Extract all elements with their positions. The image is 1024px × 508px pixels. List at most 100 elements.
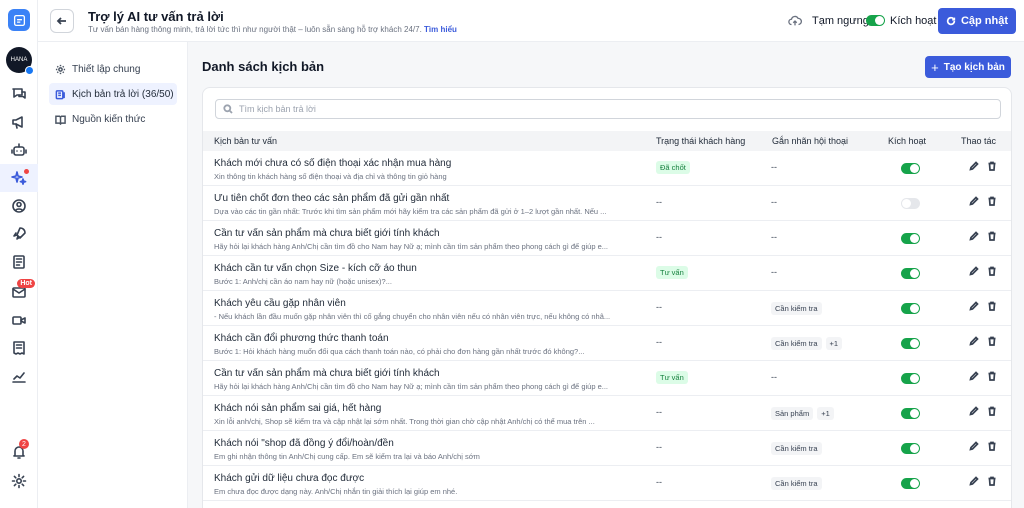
- script-cell[interactable]: Cần tư vấn sản phẩm mà chưa biết giới tí…: [214, 228, 644, 251]
- learn-more-link[interactable]: Tìm hiểu: [424, 25, 457, 34]
- bot-icon[interactable]: [0, 136, 38, 164]
- row-actions: [969, 196, 997, 206]
- conversation-tags-cell: Cần kiểm tra: [771, 477, 822, 490]
- update-button[interactable]: Cập nhật: [938, 8, 1016, 34]
- script-cell[interactable]: Khách nói sản phẩm sai giá, hết hàng Xin …: [214, 403, 644, 426]
- active-toggle[interactable]: [901, 198, 920, 212]
- column-header-tags: Gắn nhãn hội thoại: [772, 136, 849, 146]
- customer-status-cell: --: [656, 232, 662, 242]
- edit-pencil-icon[interactable]: [969, 231, 979, 241]
- search-input[interactable]: [239, 104, 939, 114]
- script-description: Hãy hỏi lại khách hàng Anh/Chị cần tìm đ…: [214, 382, 608, 391]
- edit-pencil-icon[interactable]: [969, 441, 979, 451]
- active-toggle[interactable]: [901, 233, 920, 247]
- script-cell[interactable]: Khách cần đổi phương thức thanh toán Bước…: [214, 333, 644, 356]
- avatar[interactable]: HANA: [6, 47, 34, 75]
- megaphone-icon[interactable]: [0, 108, 38, 136]
- status-empty: --: [656, 232, 662, 242]
- cloud-upload-icon[interactable]: [788, 14, 802, 28]
- edit-pencil-icon[interactable]: [969, 476, 979, 486]
- sparkle-icon[interactable]: [0, 164, 38, 192]
- edit-pencil-icon[interactable]: [969, 406, 979, 416]
- script-cell[interactable]: Khách gửi dữ liệu chưa đọc được Em chưa đ…: [214, 473, 644, 496]
- table-row[interactable]: Ưu tiên chốt đơn theo các sản phẩm đã gử…: [203, 186, 1011, 221]
- script-cell[interactable]: Khách nói "shop đã đồng ý đổi/hoàn/đền Em…: [214, 438, 644, 461]
- rocket-icon[interactable]: [0, 220, 38, 248]
- status-badge: Tư vấn: [656, 266, 688, 279]
- edit-pencil-icon[interactable]: [969, 161, 979, 171]
- edit-pencil-icon[interactable]: [969, 196, 979, 206]
- script-cell[interactable]: Ưu tiên chốt đơn theo các sản phẩm đã gử…: [214, 193, 644, 216]
- trash-icon[interactable]: [987, 266, 997, 276]
- analytics-icon[interactable]: [0, 362, 38, 390]
- script-cell[interactable]: Khách mới chưa có số điện thoại xác nhận…: [214, 158, 644, 181]
- book-icon: [55, 115, 66, 125]
- trash-icon[interactable]: [987, 441, 997, 451]
- trash-icon[interactable]: [987, 336, 997, 346]
- table-row[interactable]: Khách cần tư vấn chọn Size - kích cỡ áo …: [203, 256, 1011, 291]
- script-description: Dựa vào các tin gần nhất: Trước khi tìm …: [214, 207, 607, 216]
- row-actions: [969, 161, 997, 171]
- app-logo-icon[interactable]: [8, 9, 30, 31]
- trash-icon[interactable]: [987, 161, 997, 171]
- document-icon[interactable]: [0, 248, 38, 276]
- table-row[interactable]: Khách yêu cầu gặp nhân viên - Nếu khách l…: [203, 291, 1011, 326]
- active-toggle[interactable]: [901, 163, 920, 177]
- script-cell[interactable]: Khách cần tư vấn chọn Size - kích cỡ áo …: [214, 263, 644, 286]
- trash-icon[interactable]: [987, 231, 997, 241]
- active-toggle[interactable]: [901, 443, 920, 457]
- edit-pencil-icon[interactable]: [969, 301, 979, 311]
- subnav-item-scripts[interactable]: Kịch bản trả lời (36/50): [49, 83, 177, 105]
- edit-pencil-icon[interactable]: [969, 336, 979, 346]
- settings-subnav: Thiết lập chung Kịch bản trả lời (36/50)…: [38, 42, 188, 508]
- table-row[interactable]: Khách cần đổi phương thức thanh toán Bước…: [203, 326, 1011, 361]
- left-rail: HANA Hot 2: [0, 0, 38, 508]
- table-row[interactable]: Cần tư vấn sản phẩm mà chưa biết giới tí…: [203, 361, 1011, 396]
- table-row[interactable]: Khách nói sản phẩm sai giá, hết hàng Xin …: [203, 396, 1011, 431]
- table-body: Khách mới chưa có số điện thoại xác nhận…: [203, 151, 1011, 501]
- script-cell[interactable]: Khách yêu cầu gặp nhân viên - Nếu khách l…: [214, 298, 644, 321]
- mail-icon[interactable]: Hot: [0, 278, 38, 306]
- tags-empty: --: [771, 267, 777, 277]
- search-box[interactable]: [215, 99, 1001, 119]
- pause-label: Tạm ngưng: [812, 15, 869, 27]
- script-title: Khách cần đổi phương thức thanh toán: [214, 333, 389, 344]
- trash-icon[interactable]: [987, 406, 997, 416]
- table-row[interactable]: Khách mới chưa có số điện thoại xác nhận…: [203, 151, 1011, 186]
- subnav-item-general[interactable]: Thiết lập chung: [49, 58, 177, 80]
- create-script-button[interactable]: + Tạo kịch bản: [925, 56, 1011, 78]
- conversation-tag: Cần kiểm tra: [771, 337, 822, 350]
- table-row[interactable]: Khách nói "shop đã đồng ý đổi/hoàn/đền Em…: [203, 431, 1011, 466]
- table-row[interactable]: Khách gửi dữ liệu chưa đọc được Em chưa đ…: [203, 466, 1011, 501]
- conversation-tags-cell: Cần kiểm tra: [771, 442, 822, 455]
- status-toggle[interactable]: [866, 15, 885, 29]
- receipt-icon[interactable]: [0, 334, 38, 362]
- edit-pencil-icon[interactable]: [969, 266, 979, 276]
- active-toggle[interactable]: [901, 478, 920, 492]
- settings-gear-icon[interactable]: [0, 467, 38, 495]
- edit-pencil-icon[interactable]: [969, 371, 979, 381]
- subnav-label: Kịch bản trả lời (36/50): [72, 88, 174, 100]
- table-row[interactable]: Cần tư vấn sản phẩm mà chưa biết giới tí…: [203, 221, 1011, 256]
- trash-icon[interactable]: [987, 301, 997, 311]
- chat-icon[interactable]: [0, 80, 38, 108]
- column-header-active: Kích hoạt: [888, 136, 927, 146]
- bell-icon[interactable]: 2: [0, 438, 38, 466]
- back-button[interactable]: [50, 9, 74, 33]
- status-badge: Đã chốt: [656, 161, 690, 174]
- active-toggle[interactable]: [901, 303, 920, 317]
- trash-icon[interactable]: [987, 196, 997, 206]
- video-icon[interactable]: [0, 306, 38, 334]
- active-toggle[interactable]: [901, 268, 920, 282]
- conversation-tags-cell: --: [771, 267, 777, 277]
- active-toggle[interactable]: [901, 408, 920, 422]
- user-icon[interactable]: [0, 192, 38, 220]
- script-title: Cần tư vấn sản phẩm mà chưa biết giới tí…: [214, 228, 440, 239]
- active-toggle[interactable]: [901, 338, 920, 352]
- active-toggle[interactable]: [901, 373, 920, 387]
- customer-status-cell: --: [656, 442, 662, 452]
- subnav-item-knowledge[interactable]: Nguồn kiến thức: [49, 108, 177, 130]
- trash-icon[interactable]: [987, 371, 997, 381]
- trash-icon[interactable]: [987, 476, 997, 486]
- script-cell[interactable]: Cần tư vấn sản phẩm mà chưa biết giới tí…: [214, 368, 644, 391]
